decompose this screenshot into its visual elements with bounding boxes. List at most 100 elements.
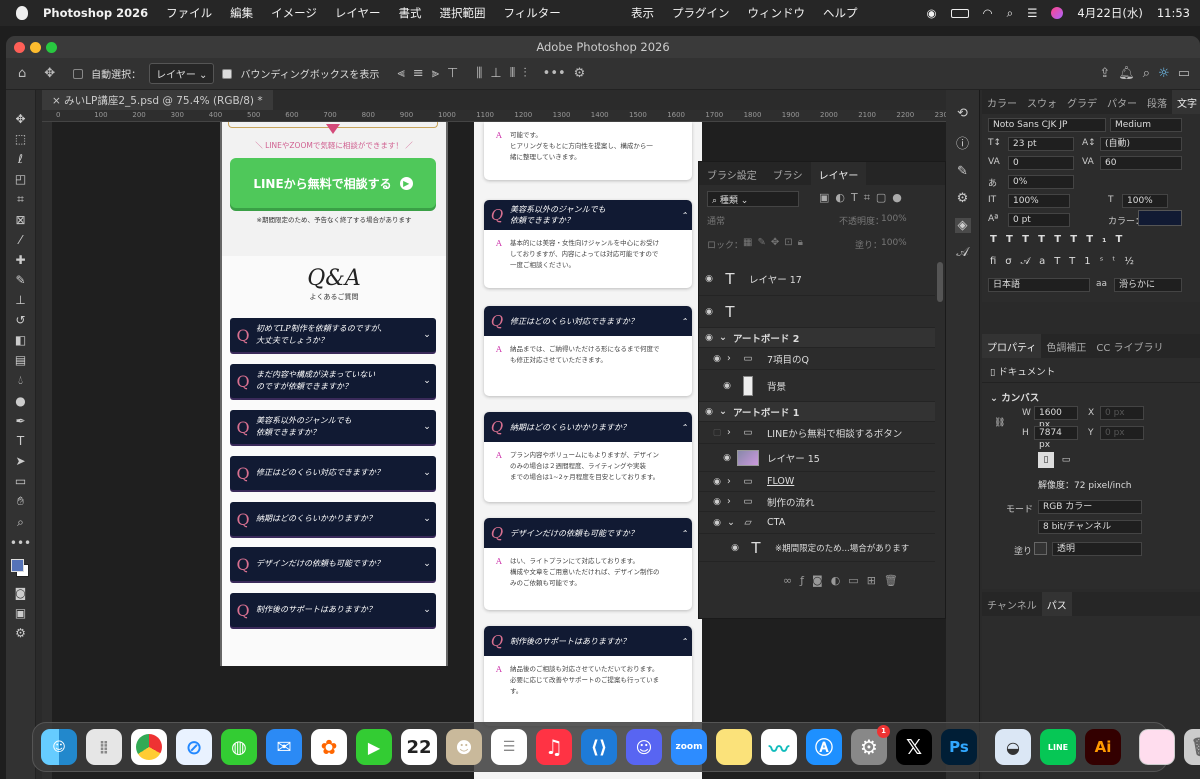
battery-icon[interactable] — [950, 8, 969, 18]
search-icon[interactable]: ⌕ — [1143, 66, 1150, 81]
tab-swatches[interactable]: スウォ — [1022, 90, 1062, 114]
layers-footer-icons[interactable]: ∞ƒ◙◐▭⊞🗑︎ — [783, 574, 906, 587]
crop-tool-icon[interactable]: ⌗ — [17, 192, 24, 207]
eraser-tool-icon[interactable]: ◧ — [15, 333, 26, 347]
move-tool-icon[interactable]: ✥ — [15, 112, 25, 126]
preview-thumbnail-icon[interactable] — [1139, 729, 1175, 765]
pen-tool-icon[interactable]: ✒ — [15, 414, 25, 428]
text-color-swatch[interactable] — [1138, 210, 1182, 226]
vertical-scale-field[interactable]: 100% — [1008, 194, 1070, 208]
layer-row[interactable]: ▢ › ▭ LINEから無料で相談するボタン — [699, 422, 935, 444]
eye-icon[interactable]: ◉ — [699, 274, 719, 284]
tab-brush[interactable]: ブラシ — [765, 162, 811, 185]
tab-layers[interactable]: レイヤー — [810, 162, 867, 185]
layer-row[interactable]: ◉ T レイヤー 17 — [699, 262, 935, 296]
tab-properties[interactable]: プロパティ — [982, 334, 1042, 358]
bounding-box-checkbox[interactable] — [222, 68, 233, 79]
mail-icon[interactable]: ✉ — [266, 729, 302, 765]
tab-color[interactable]: カラー — [982, 90, 1022, 114]
facetime-icon[interactable]: ▶ — [356, 729, 392, 765]
history-icon[interactable]: ⟲ — [957, 106, 968, 121]
close-window-button[interactable] — [14, 42, 25, 53]
trash-icon[interactable]: 🗑︎ — [1184, 729, 1200, 765]
tsume-field[interactable]: 0% — [1008, 175, 1074, 189]
color-mode-select[interactable]: RGB カラー — [1038, 500, 1142, 514]
line-cta-button[interactable]: LINEから無料で相談する ▶ — [230, 158, 436, 208]
layer-row[interactable]: ◉ T ※期間限定のため...場合があります — [699, 534, 935, 562]
clone-stamp-tool-icon[interactable]: ⊥ — [15, 293, 25, 307]
font-style-select[interactable]: Medium — [1110, 118, 1182, 132]
menu-app-name[interactable]: Photoshop 2026 — [34, 6, 157, 20]
opentype-buttons[interactable]: ﬁσ𝒜aTT1ˢᵗ½ — [990, 256, 1143, 267]
question-card[interactable]: Q 初めてLP制作を依頼するのですが、 大丈夫でしょうか？ ⌄ — [230, 318, 436, 352]
lasso-tool-icon[interactable]: ℓ — [18, 152, 23, 166]
eye-icon[interactable]: ◉ — [717, 453, 737, 463]
align-right-icon[interactable]: ⫸ — [432, 66, 439, 81]
home-icon[interactable]: ⌂ — [18, 66, 26, 81]
baseline-field[interactable]: 0 pt — [1008, 213, 1070, 227]
blend-mode-select[interactable]: 通常 — [707, 214, 725, 227]
menu-type[interactable]: 書式 — [390, 5, 431, 21]
eye-icon[interactable]: ◉ — [717, 381, 737, 391]
align-middle-icon[interactable]: ⫼ — [476, 66, 482, 81]
tracking-field[interactable]: 60 — [1100, 156, 1182, 170]
antialias-select[interactable]: 滑らかに — [1114, 278, 1182, 292]
reminders-icon[interactable]: ☰ — [491, 729, 527, 765]
x-icon[interactable]: 𝕏 — [896, 729, 932, 765]
contacts-icon[interactable]: ☻ — [446, 729, 482, 765]
gradient-tool-icon[interactable]: ▤ — [15, 353, 26, 367]
layer-row[interactable]: ◉ ⌄ ▱ CTA — [699, 512, 935, 534]
canvas-height-field[interactable]: 7874 px — [1034, 426, 1078, 450]
chevron-down-icon[interactable]: ⌄ — [719, 406, 733, 417]
tab-paragraph[interactable]: 段落 — [1142, 90, 1172, 114]
more-tools-icon[interactable]: ••• — [10, 536, 31, 550]
line-icon[interactable]: LINE — [1040, 729, 1076, 765]
question-card[interactable]: Q まだ内容や構成が決まっていない のですが依頼できますか？ ⌄ — [230, 364, 436, 398]
question-card[interactable]: Q 制作後のサポートはありますか？ ⌄ — [230, 593, 436, 627]
faq-card-header[interactable]: Q 修正はどのくらい対応できますか？ ⌃ — [484, 306, 692, 336]
layer-filter-icons[interactable]: ▣◐T⌗▢● — [819, 191, 908, 205]
eye-hidden-icon[interactable]: ▢ — [707, 428, 727, 438]
photoshop-icon[interactable]: Ps — [941, 729, 977, 765]
blur-tool-icon[interactable]: 💧︎ — [18, 373, 23, 388]
canvas-width-field[interactable]: 1600 px — [1034, 406, 1078, 430]
fill-swatch[interactable] — [1034, 542, 1047, 555]
tab-character[interactable]: 文字 — [1172, 90, 1200, 114]
minimize-window-button[interactable] — [30, 42, 41, 53]
font-size-field[interactable]: 23 pt — [1008, 137, 1074, 151]
eye-icon[interactable]: ◉ — [707, 477, 727, 487]
frame-tool-icon[interactable]: ⊠ — [15, 213, 25, 227]
discord-icon[interactable]: ☺ — [626, 729, 662, 765]
finder-icon[interactable]: ☺ — [41, 729, 77, 765]
vscode-icon[interactable]: ⟨⟩ — [581, 729, 617, 765]
chevron-right-icon[interactable]: › — [727, 427, 737, 438]
menu-plugins[interactable]: プラグイン — [663, 5, 739, 21]
chevron-down-icon[interactable]: ⌄ — [719, 332, 733, 343]
marquee-tool-icon[interactable]: ⬚ — [15, 132, 26, 146]
apple-logo-icon[interactable] — [16, 6, 28, 20]
object-select-tool-icon[interactable]: ◰ — [15, 172, 26, 186]
tab-channels[interactable]: チャンネル — [982, 592, 1042, 616]
question-card[interactable]: Q デザインだけの依頼も可能ですか？ ⌄ — [230, 547, 436, 581]
artboard-2[interactable]: A 可能です。 ヒアリングをもとに方向性を提案し、構成から一 緒に整理していきます。 … — [474, 122, 702, 779]
eyedropper-tool-icon[interactable]: ⁄ — [19, 233, 21, 247]
tab-gradients[interactable]: グラデ — [1062, 90, 1102, 114]
user-status-icon[interactable]: ◉ — [927, 6, 937, 20]
color-swatches[interactable] — [10, 556, 32, 580]
share-icon[interactable]: ⇪ — [1099, 66, 1110, 81]
music-icon[interactable]: ♫ — [536, 729, 572, 765]
screen-mode-icon[interactable]: ▣ — [15, 606, 26, 620]
align-top-icon[interactable]: ⊤ — [447, 66, 458, 81]
chevron-right-icon[interactable]: › — [727, 353, 737, 364]
canvas-y-field[interactable]: 0 px — [1100, 426, 1144, 440]
distribute-vertical-icon[interactable]: ⫶ — [523, 66, 526, 81]
auto-select-checkbox[interactable] — [73, 68, 84, 79]
more-options-icon[interactable]: ••• — [543, 66, 566, 81]
canvas-x-field[interactable]: 0 px — [1100, 406, 1144, 420]
photos-icon[interactable]: ✿ — [311, 729, 347, 765]
layer-row[interactable]: ◉ 背景 — [699, 370, 935, 402]
workspace-icon[interactable]: ▭ — [1178, 66, 1190, 81]
menu-select[interactable]: 選択範囲 — [431, 5, 495, 21]
quick-mask-icon[interactable]: ◙ — [15, 586, 27, 600]
brush-panel-icon[interactable]: ✎ — [957, 164, 968, 179]
